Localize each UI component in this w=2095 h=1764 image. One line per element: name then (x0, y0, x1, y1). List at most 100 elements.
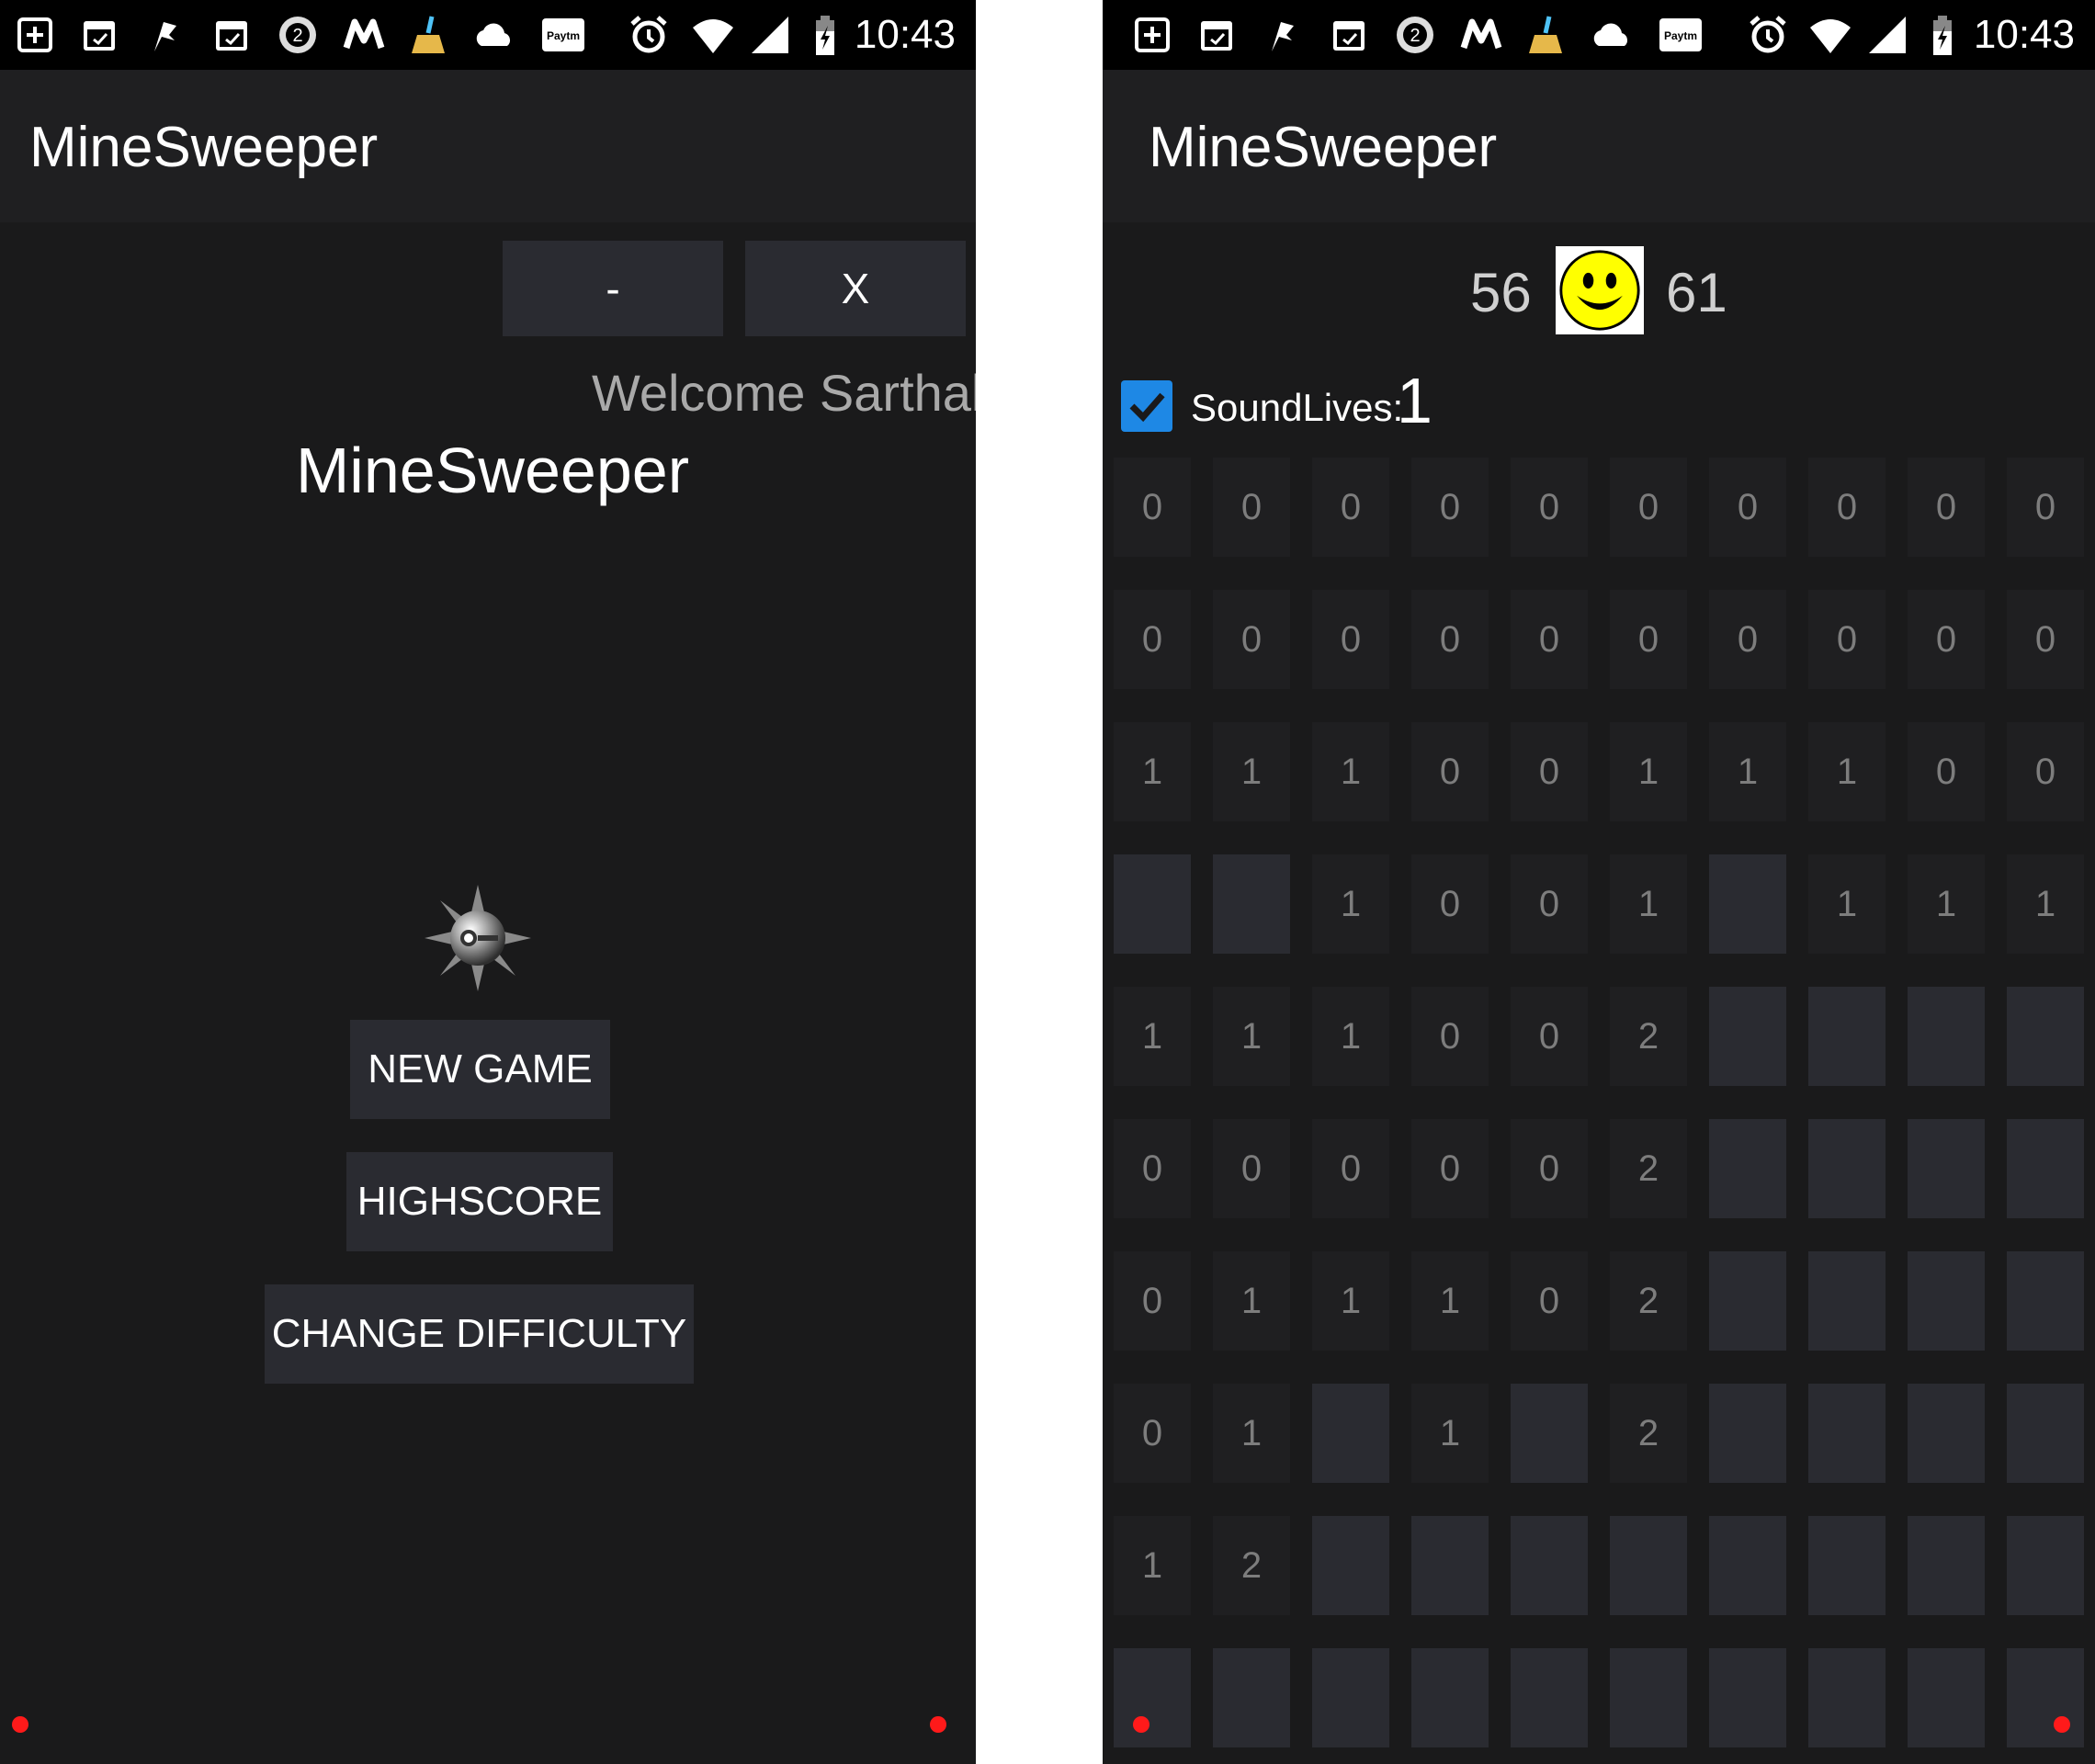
revealed-cell[interactable]: 0 (1312, 1119, 1389, 1218)
covered-cell[interactable] (1709, 1251, 1786, 1351)
revealed-cell[interactable]: 1 (1312, 987, 1389, 1086)
revealed-cell[interactable]: 1 (1312, 722, 1389, 821)
revealed-cell[interactable]: 1 (1808, 722, 1886, 821)
covered-cell[interactable] (1511, 1516, 1588, 1615)
revealed-cell[interactable]: 1 (1213, 1251, 1290, 1351)
covered-cell[interactable] (2007, 1251, 2084, 1351)
covered-cell[interactable] (1511, 1384, 1588, 1483)
covered-cell[interactable] (1114, 1648, 1191, 1747)
revealed-cell[interactable]: 0 (1213, 1119, 1290, 1218)
revealed-cell[interactable]: 0 (2007, 722, 2084, 821)
covered-cell[interactable] (1114, 854, 1191, 954)
covered-cell[interactable] (1908, 1516, 1985, 1615)
covered-cell[interactable] (1709, 987, 1786, 1086)
covered-cell[interactable] (1213, 1648, 1290, 1747)
revealed-cell[interactable]: 0 (1511, 987, 1588, 1086)
revealed-cell[interactable]: 1 (1411, 1384, 1489, 1483)
revealed-cell[interactable]: 0 (1808, 590, 1886, 689)
covered-cell[interactable] (1411, 1648, 1489, 1747)
revealed-cell[interactable]: 1 (1114, 1516, 1191, 1615)
revealed-cell[interactable]: 1 (1411, 1251, 1489, 1351)
revealed-cell[interactable]: 1 (1213, 722, 1290, 821)
covered-cell[interactable] (1908, 1119, 1985, 1218)
revealed-cell[interactable]: 2 (1610, 987, 1687, 1086)
revealed-cell[interactable]: 0 (1114, 1251, 1191, 1351)
covered-cell[interactable] (1808, 1119, 1886, 1218)
revealed-cell[interactable]: 0 (1908, 590, 1985, 689)
covered-cell[interactable] (1709, 854, 1786, 954)
covered-cell[interactable] (2007, 987, 2084, 1086)
revealed-cell[interactable]: 1 (1610, 854, 1687, 954)
smiley-face-button[interactable] (1556, 246, 1644, 334)
covered-cell[interactable] (1213, 854, 1290, 954)
revealed-cell[interactable]: 1 (1312, 1251, 1389, 1351)
covered-cell[interactable] (1312, 1384, 1389, 1483)
revealed-cell[interactable]: 0 (1411, 458, 1489, 557)
revealed-cell[interactable]: 0 (1511, 458, 1588, 557)
covered-cell[interactable] (1610, 1516, 1687, 1615)
revealed-cell[interactable]: 0 (1114, 1384, 1191, 1483)
covered-cell[interactable] (1808, 1648, 1886, 1747)
highscore-button[interactable]: HIGHSCORE (346, 1152, 613, 1251)
covered-cell[interactable] (2007, 1516, 2084, 1615)
covered-cell[interactable] (1610, 1648, 1687, 1747)
covered-cell[interactable] (1808, 1251, 1886, 1351)
revealed-cell[interactable]: 1 (1312, 854, 1389, 954)
revealed-cell[interactable]: 0 (1808, 458, 1886, 557)
revealed-cell[interactable]: 1 (1610, 722, 1687, 821)
covered-cell[interactable] (2007, 1648, 2084, 1747)
revealed-cell[interactable]: 2 (1610, 1119, 1687, 1218)
revealed-cell[interactable]: 0 (1411, 1119, 1489, 1218)
covered-cell[interactable] (1511, 1648, 1588, 1747)
revealed-cell[interactable]: 0 (1610, 458, 1687, 557)
revealed-cell[interactable]: 0 (2007, 458, 2084, 557)
revealed-cell[interactable]: 1 (1908, 854, 1985, 954)
revealed-cell[interactable]: 2 (1213, 1516, 1290, 1615)
revealed-cell[interactable]: 0 (1511, 590, 1588, 689)
revealed-cell[interactable]: 0 (1114, 1119, 1191, 1218)
revealed-cell[interactable]: 0 (1411, 987, 1489, 1086)
revealed-cell[interactable]: 2 (1610, 1384, 1687, 1483)
covered-cell[interactable] (1808, 987, 1886, 1086)
covered-cell[interactable] (1908, 987, 1985, 1086)
revealed-cell[interactable]: 0 (1908, 722, 1985, 821)
revealed-cell[interactable]: 0 (1213, 458, 1290, 557)
close-button[interactable]: X (745, 241, 966, 336)
revealed-cell[interactable]: 0 (2007, 590, 2084, 689)
covered-cell[interactable] (1908, 1384, 1985, 1483)
covered-cell[interactable] (1808, 1516, 1886, 1615)
revealed-cell[interactable]: 0 (1610, 590, 1687, 689)
revealed-cell[interactable]: 0 (1312, 458, 1389, 557)
revealed-cell[interactable]: 0 (1213, 590, 1290, 689)
change-difficulty-button[interactable]: CHANGE DIFFICULTY (265, 1284, 694, 1384)
revealed-cell[interactable]: 0 (1114, 458, 1191, 557)
covered-cell[interactable] (1709, 1648, 1786, 1747)
revealed-cell[interactable]: 0 (1114, 590, 1191, 689)
sound-checkbox[interactable] (1121, 380, 1172, 432)
revealed-cell[interactable]: 1 (1114, 722, 1191, 821)
covered-cell[interactable] (1312, 1648, 1389, 1747)
covered-cell[interactable] (1411, 1516, 1489, 1615)
new-game-button[interactable]: NEW GAME (350, 1020, 610, 1119)
covered-cell[interactable] (2007, 1119, 2084, 1218)
revealed-cell[interactable]: 0 (1709, 590, 1786, 689)
covered-cell[interactable] (1709, 1384, 1786, 1483)
revealed-cell[interactable]: 0 (1709, 458, 1786, 557)
covered-cell[interactable] (1908, 1251, 1985, 1351)
revealed-cell[interactable]: 0 (1411, 590, 1489, 689)
covered-cell[interactable] (1808, 1384, 1886, 1483)
revealed-cell[interactable]: 1 (2007, 854, 2084, 954)
revealed-cell[interactable]: 1 (1808, 854, 1886, 954)
covered-cell[interactable] (1908, 1648, 1985, 1747)
revealed-cell[interactable]: 0 (1511, 854, 1588, 954)
minimize-button[interactable]: - (503, 241, 723, 336)
revealed-cell[interactable]: 1 (1709, 722, 1786, 821)
revealed-cell[interactable]: 0 (1312, 590, 1389, 689)
covered-cell[interactable] (1709, 1516, 1786, 1615)
covered-cell[interactable] (1312, 1516, 1389, 1615)
revealed-cell[interactable]: 2 (1610, 1251, 1687, 1351)
revealed-cell[interactable]: 0 (1511, 722, 1588, 821)
revealed-cell[interactable]: 1 (1114, 987, 1191, 1086)
revealed-cell[interactable]: 0 (1411, 854, 1489, 954)
revealed-cell[interactable]: 0 (1411, 722, 1489, 821)
